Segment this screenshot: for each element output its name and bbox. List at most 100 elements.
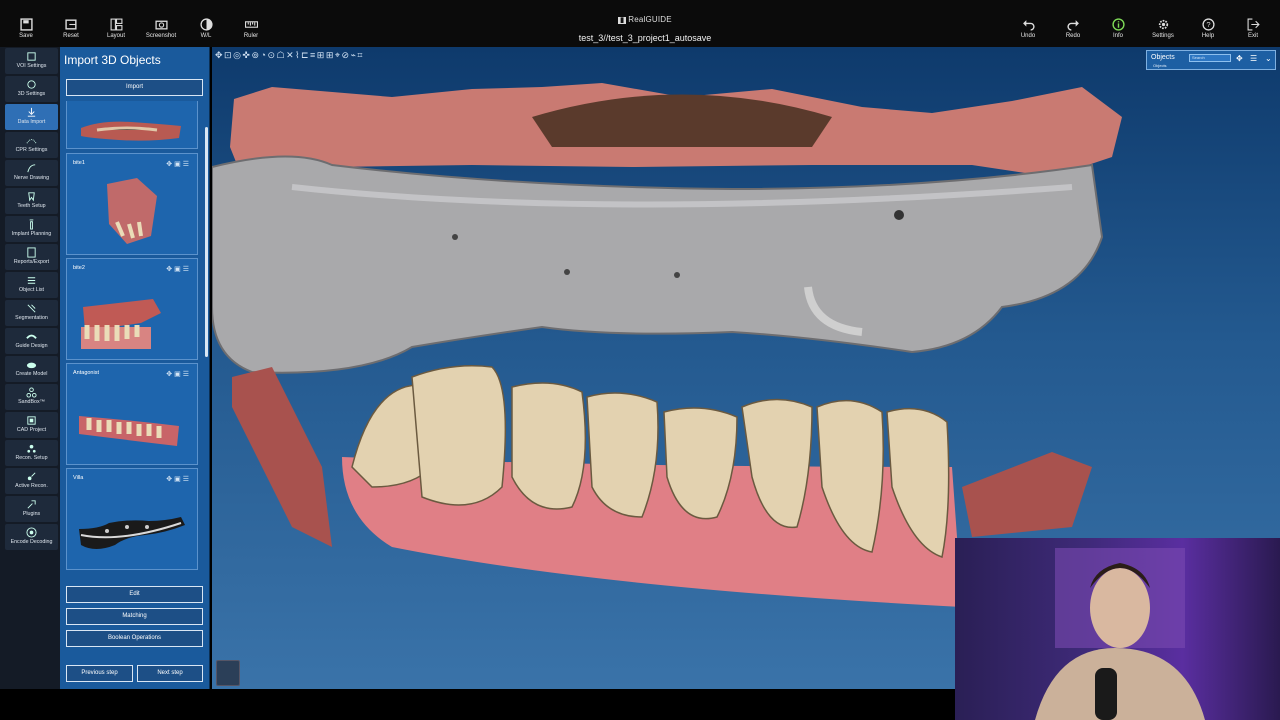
object-card-bite1[interactable]: bite1 ✥▣☰ [66, 153, 198, 255]
camera-icon [154, 20, 168, 30]
list-icon [27, 277, 36, 284]
guide-hole [564, 269, 570, 275]
screenshot-label: Screenshot [145, 33, 177, 39]
next-step-button[interactable]: Next step [137, 665, 203, 682]
object-card-villa[interactable]: Villa ✥▣☰ [66, 468, 198, 570]
sidebar-item-3d-settings[interactable]: 3D Settings [5, 76, 58, 102]
help-icon: ? [1201, 18, 1215, 31]
object-thumbnail [107, 178, 157, 244]
save-icon [19, 18, 33, 31]
panel-title: Import 3D Objects [64, 53, 161, 67]
gear-icon [1158, 19, 1168, 30]
info-label: Info [1112, 33, 1123, 39]
sidebar-item-cad-project[interactable]: CAD Project [5, 412, 58, 438]
help-label: Help [1201, 33, 1215, 39]
object-list-scrollbar[interactable] [205, 127, 208, 357]
tooth [411, 365, 507, 506]
import-3d-objects-panel: Import 3D Objects Import bite1 ✥▣☰ bite2… [60, 47, 210, 689]
sidebar-item-data-import[interactable]: Data Import [5, 104, 58, 130]
object-tools[interactable]: ✥▣☰ [166, 475, 191, 483]
encode-icon [26, 527, 37, 538]
sidebar-item-nerve-drawing[interactable]: Nerve Drawing [5, 160, 58, 186]
info-button[interactable]: Info [1098, 14, 1138, 46]
redo-button[interactable]: Redo [1053, 14, 1093, 46]
exit-button[interactable]: Exit [1233, 14, 1273, 46]
layout-icon [110, 18, 122, 31]
object-name: Antagonist [73, 370, 99, 376]
save-label: Save [19, 33, 33, 39]
tooth-icon [28, 192, 35, 202]
info-icon [1111, 18, 1125, 31]
sidebar-item-create-model[interactable]: Create Model [5, 356, 58, 382]
lower-gum-left-flap [232, 367, 332, 547]
reset-button[interactable]: Reset [51, 14, 91, 46]
object-card[interactable] [66, 101, 198, 149]
screenshot-button[interactable]: Screenshot [141, 14, 181, 46]
sidebar-item-sandbox[interactable]: SandBox™ [5, 384, 58, 410]
cad-icon [27, 416, 36, 425]
guide-hole [452, 234, 458, 240]
guide-icon [26, 334, 37, 339]
top-toolbar: Save Reset Layout Screenshot W/L Ruler ▮… [0, 0, 1280, 47]
edit-button[interactable]: Edit [66, 586, 203, 603]
ruler-icon [244, 21, 258, 28]
object-thumbnail [79, 416, 179, 446]
document-title: test_3//test_3_project1_autosave [578, 33, 712, 43]
wl-button[interactable]: W/L [186, 14, 226, 46]
import-button[interactable]: Import [66, 79, 203, 96]
surgical-guide [212, 155, 1104, 374]
sidebar-item-recon-setup[interactable]: Recon. Setup [5, 440, 58, 466]
sidebar-item-segmentation[interactable]: Segmentation [5, 300, 58, 326]
object-tools[interactable]: ✥▣☰ [166, 160, 191, 168]
sidebar-item-teeth-setup[interactable]: Teeth Setup [5, 188, 58, 214]
ruler-button[interactable]: Ruler [231, 14, 271, 46]
recon-setup-icon [27, 444, 36, 453]
presenter-video [1035, 548, 1205, 720]
object-thumbnail [79, 517, 185, 549]
sidebar-item-cpr-settings[interactable]: CPR Settings [5, 132, 58, 158]
sidebar-item-implant-planning[interactable]: Implant Planning [5, 216, 58, 242]
object-thumbnail [81, 299, 161, 349]
sidebar-item-voi-settings[interactable]: VOI Settings [5, 48, 58, 74]
undo-label: Undo [1020, 33, 1036, 39]
sidebar-item-encode-decoding[interactable]: Encode Decoding [5, 524, 58, 550]
imported-objects-list: bite1 ✥▣☰ bite2 ✥▣☰ Antagonist ✥▣☰ Villa… [66, 101, 202, 579]
patient-head-icon[interactable] [216, 660, 240, 686]
object-thumbnail [81, 121, 181, 141]
sandbox-icon [26, 387, 37, 398]
sidebar-item-guide-design[interactable]: Guide Design [5, 328, 58, 354]
active-recon-icon [27, 472, 36, 481]
guide-hole [674, 272, 680, 278]
reset-label: Reset [63, 33, 79, 39]
matching-button[interactable]: Matching [66, 608, 203, 625]
brand-logo: ▮ RealGUIDE [618, 15, 672, 24]
object-card-bite2[interactable]: bite2 ✥▣☰ [66, 258, 198, 360]
sidebar-item-plugins[interactable]: Plugins [5, 496, 58, 522]
webcam-overlay [955, 538, 1280, 720]
segmentation-icon [27, 304, 36, 313]
save-button[interactable]: Save [6, 14, 46, 46]
reset-icon [64, 19, 77, 30]
previous-step-button[interactable]: Previous step [66, 665, 133, 682]
object-card-antagonist[interactable]: Antagonist ✥▣☰ [66, 363, 198, 465]
object-tools[interactable]: ✥▣☰ [166, 370, 191, 378]
object-name: bite2 [73, 265, 85, 271]
undo-button[interactable]: Undo [1008, 14, 1048, 46]
boolean-operations-button[interactable]: Boolean Operations [66, 630, 203, 647]
settings-label: Settings [1152, 33, 1174, 39]
report-icon [27, 247, 36, 258]
sidebar-item-object-list[interactable]: Object List [5, 272, 58, 298]
help-button[interactable]: ? Help [1188, 14, 1228, 46]
sidebar-item-reports-export[interactable]: Reports/Export [5, 244, 58, 270]
sidebar-item-active-recon[interactable]: Active Recon. [5, 468, 58, 494]
contrast-icon [199, 18, 213, 31]
object-name: bite1 [73, 160, 85, 166]
ruler-label: Ruler [243, 33, 259, 39]
redo-label: Redo [1065, 33, 1081, 39]
settings-button[interactable]: Settings [1143, 14, 1183, 46]
layout-button[interactable]: Layout [96, 14, 136, 46]
svg-text:?: ? [1206, 20, 1210, 29]
object-tools[interactable]: ✥▣☰ [166, 265, 191, 273]
lower-gum-right-flap [962, 452, 1092, 537]
layout-label: Layout [106, 33, 125, 39]
